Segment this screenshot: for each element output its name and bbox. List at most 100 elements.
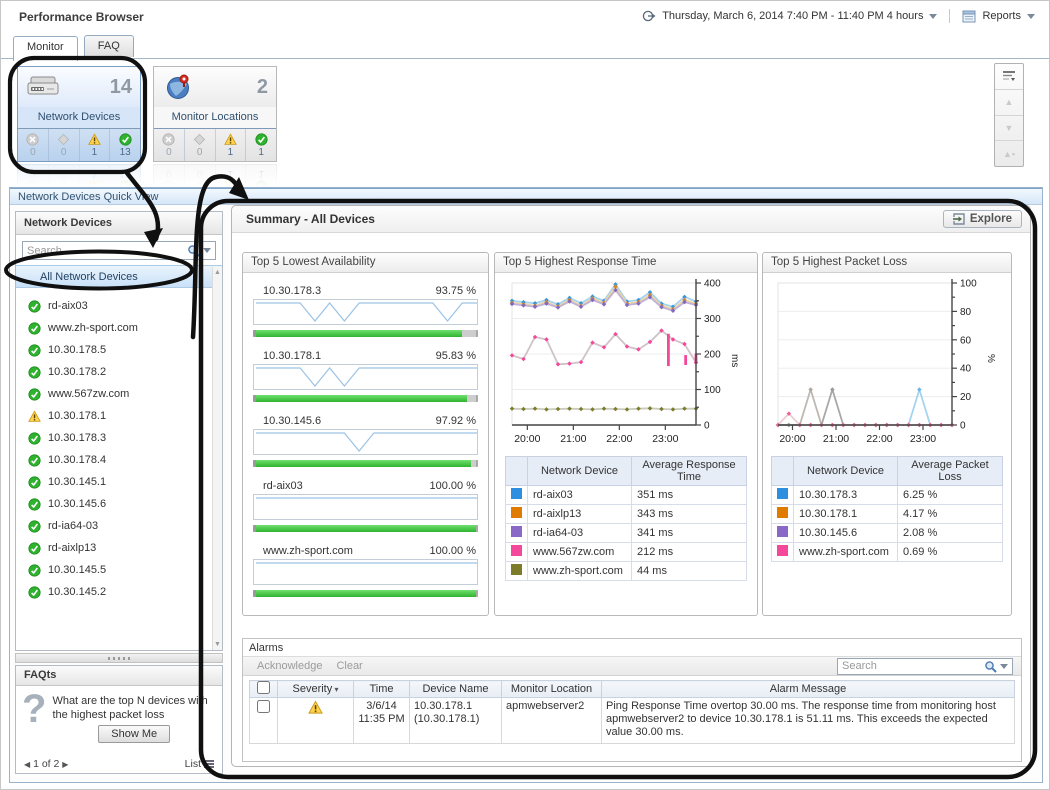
sidebar-network-devices: Network Devices All Network Devices rd-a… bbox=[15, 211, 223, 651]
tab-faq[interactable]: FAQ bbox=[84, 35, 134, 57]
select-all-checkbox[interactable] bbox=[257, 681, 270, 694]
faqts-title: FAQts bbox=[16, 666, 222, 686]
svg-text:22:00: 22:00 bbox=[606, 433, 632, 445]
clear-button[interactable]: Clear bbox=[336, 660, 362, 672]
time-range-icon bbox=[642, 9, 656, 23]
alarms-title: Alarms bbox=[243, 639, 1021, 656]
time-range-selector[interactable]: Thursday, March 6, 2014 7:40 PM - 11:40 … bbox=[662, 10, 923, 22]
search-options-dropdown-icon[interactable] bbox=[203, 248, 211, 253]
sidebar-item-10.30.145.1[interactable]: 10.30.145.1 bbox=[16, 471, 212, 493]
sidebar-item-www.zh-sport.com[interactable]: www.zh-sport.com bbox=[16, 317, 212, 339]
status-ok-cell[interactable]: 13 bbox=[109, 129, 140, 161]
legend-row[interactable]: www.567zw.com212 ms bbox=[506, 543, 747, 562]
search-options-dropdown-icon[interactable] bbox=[1000, 664, 1008, 669]
svg-text:20:00: 20:00 bbox=[779, 433, 805, 445]
device-search-box[interactable] bbox=[22, 241, 216, 260]
legend-row[interactable]: rd-ia64-03341 ms bbox=[506, 524, 747, 543]
alarm-time: 3/6/14 11:35 PM bbox=[354, 698, 410, 744]
status-cross-cell[interactable]: 0 bbox=[154, 129, 184, 161]
alarm-column-alarm-message[interactable]: Alarm Message bbox=[602, 681, 1015, 698]
availability-item: 10.30.178.393.75 % bbox=[253, 285, 478, 337]
sidebar-item-10.30.178.1[interactable]: 10.30.178.1 bbox=[16, 405, 212, 427]
alarm-column-severity[interactable]: Severity ▾ bbox=[278, 681, 354, 698]
sidebar-item-10.30.178.2[interactable]: 10.30.178.2 bbox=[16, 361, 212, 383]
sidebar-item-10.30.145.5[interactable]: 10.30.145.5 bbox=[16, 559, 212, 581]
tile-label: Network Devices bbox=[18, 107, 140, 129]
legend-row[interactable]: 10.30.178.14.17 % bbox=[772, 505, 1003, 524]
reports-dropdown-icon[interactable] bbox=[1027, 14, 1035, 19]
reports-button[interactable]: Reports bbox=[982, 10, 1021, 22]
device-name: 10.30.178.3 bbox=[48, 432, 106, 444]
legend-row[interactable]: 10.30.145.62.08 % bbox=[772, 524, 1003, 543]
tab-monitor[interactable]: Monitor bbox=[13, 36, 78, 61]
legend-row[interactable]: www.zh-sport.com44 ms bbox=[506, 562, 747, 581]
status-diamond-cell[interactable]: 0 bbox=[184, 129, 215, 161]
device-list-scrollbar[interactable]: ▲ ▼ bbox=[212, 267, 222, 650]
sidebar-item-10.30.178.5[interactable]: 10.30.178.5 bbox=[16, 339, 212, 361]
tile-monitor-locations[interactable]: 2Monitor Locations0011 bbox=[153, 66, 277, 162]
sidebar-item-10.30.145.2[interactable]: 10.30.145.2 bbox=[16, 581, 212, 603]
faq-next-icon[interactable]: ▶ bbox=[62, 760, 68, 769]
search-icon[interactable] bbox=[187, 244, 200, 257]
sidebar-item-www.567zw.com[interactable]: www.567zw.com bbox=[16, 383, 212, 405]
sort-menu-icon[interactable] bbox=[995, 64, 1023, 90]
alarm-column-monitor-location[interactable]: Monitor Location bbox=[502, 681, 602, 698]
titlebar: Performance Browser Thursday, March 6, 2… bbox=[1, 1, 1049, 33]
status-ok-icon bbox=[28, 300, 41, 313]
sidebar-item-10.30.178.3[interactable]: 10.30.178.3 bbox=[16, 427, 212, 449]
sidebar-item-10.30.178.4[interactable]: 10.30.178.4 bbox=[16, 449, 212, 471]
status-count: 13 bbox=[120, 147, 131, 158]
svg-text:22:00: 22:00 bbox=[866, 433, 892, 445]
panel-highest-response-time: Top 5 Highest Response Time 010020030040… bbox=[494, 252, 758, 616]
explore-button[interactable]: Explore bbox=[943, 210, 1022, 228]
alarm-row[interactable]: 3/6/14 11:35 PM10.30.178.1 (10.30.178.1)… bbox=[250, 698, 1015, 744]
legend-row[interactable]: rd-aixlp13343 ms bbox=[506, 505, 747, 524]
series-color-swatch bbox=[777, 545, 788, 556]
availability-item: 10.30.178.195.83 % bbox=[253, 350, 478, 402]
faq-prev-icon[interactable]: ◀ bbox=[24, 760, 30, 769]
alarm-row-checkbox[interactable] bbox=[257, 700, 270, 713]
acknowledge-button[interactable]: Acknowledge bbox=[257, 660, 322, 672]
status-warning-icon bbox=[224, 133, 237, 146]
explore-label: Explore bbox=[970, 213, 1012, 225]
status-ok-icon bbox=[28, 586, 41, 599]
series-color-swatch bbox=[511, 545, 522, 556]
alarm-monitor-location: apmwebserver2 bbox=[502, 698, 602, 744]
scroll-up-icon[interactable]: ▲ bbox=[995, 90, 1023, 116]
scroll-down-icon[interactable]: ▼ bbox=[995, 116, 1023, 142]
faqts-panel: FAQts ? What are the top N devices with … bbox=[15, 665, 223, 774]
alarm-column-device-name[interactable]: Device Name bbox=[410, 681, 502, 698]
scrollbar-up-icon[interactable]: ▲ bbox=[214, 269, 221, 276]
faq-list-button[interactable]: List bbox=[185, 758, 214, 770]
legend-row[interactable]: rd-aix03351 ms bbox=[506, 486, 747, 505]
search-icon[interactable] bbox=[984, 660, 997, 673]
status-cross-cell[interactable]: 0 bbox=[18, 129, 48, 161]
sidebar-item-rd-ia64-03[interactable]: rd-ia64-03 bbox=[16, 515, 212, 537]
status-warning-cell[interactable]: 1 bbox=[215, 129, 246, 161]
status-ok-icon bbox=[28, 454, 41, 467]
alarm-column-time[interactable]: Time bbox=[354, 681, 410, 698]
availability-value: 100.00 % bbox=[430, 480, 476, 492]
status-ok-cell[interactable]: 1 bbox=[245, 129, 276, 161]
alarm-search-box[interactable] bbox=[837, 658, 1013, 675]
legend-row[interactable]: www.zh-sport.com0.69 % bbox=[772, 543, 1003, 562]
sidebar-item-rd-aix03[interactable]: rd-aix03 bbox=[16, 295, 212, 317]
tile-network-devices[interactable]: 14Network Devices00113 bbox=[17, 66, 141, 162]
time-range-dropdown-icon[interactable] bbox=[929, 14, 937, 19]
status-warning-cell[interactable]: 1 bbox=[79, 129, 110, 161]
series-color-swatch bbox=[511, 526, 522, 537]
sidebar-item-10.30.145.6[interactable]: 10.30.145.6 bbox=[16, 493, 212, 515]
scrollbar-down-icon[interactable]: ▼ bbox=[214, 641, 221, 648]
legend-value: 6.25 % bbox=[898, 486, 1003, 505]
device-name: 10.30.178.5 bbox=[48, 344, 106, 356]
status-diamond-cell[interactable]: 0 bbox=[48, 129, 79, 161]
alarm-search-input[interactable] bbox=[842, 660, 981, 672]
legend-device: 10.30.178.1 bbox=[794, 505, 898, 524]
sidebar-item-all-network-devices[interactable]: All Network Devices bbox=[16, 265, 222, 288]
sidebar-splitter[interactable] bbox=[15, 653, 223, 663]
sort-order-icon[interactable]: ▲▪ bbox=[995, 141, 1023, 166]
legend-row[interactable]: 10.30.178.36.25 % bbox=[772, 486, 1003, 505]
sidebar-item-rd-aixlp13[interactable]: rd-aixlp13 bbox=[16, 537, 212, 559]
show-me-button[interactable]: Show Me bbox=[98, 725, 170, 743]
device-search-input[interactable] bbox=[27, 245, 184, 257]
